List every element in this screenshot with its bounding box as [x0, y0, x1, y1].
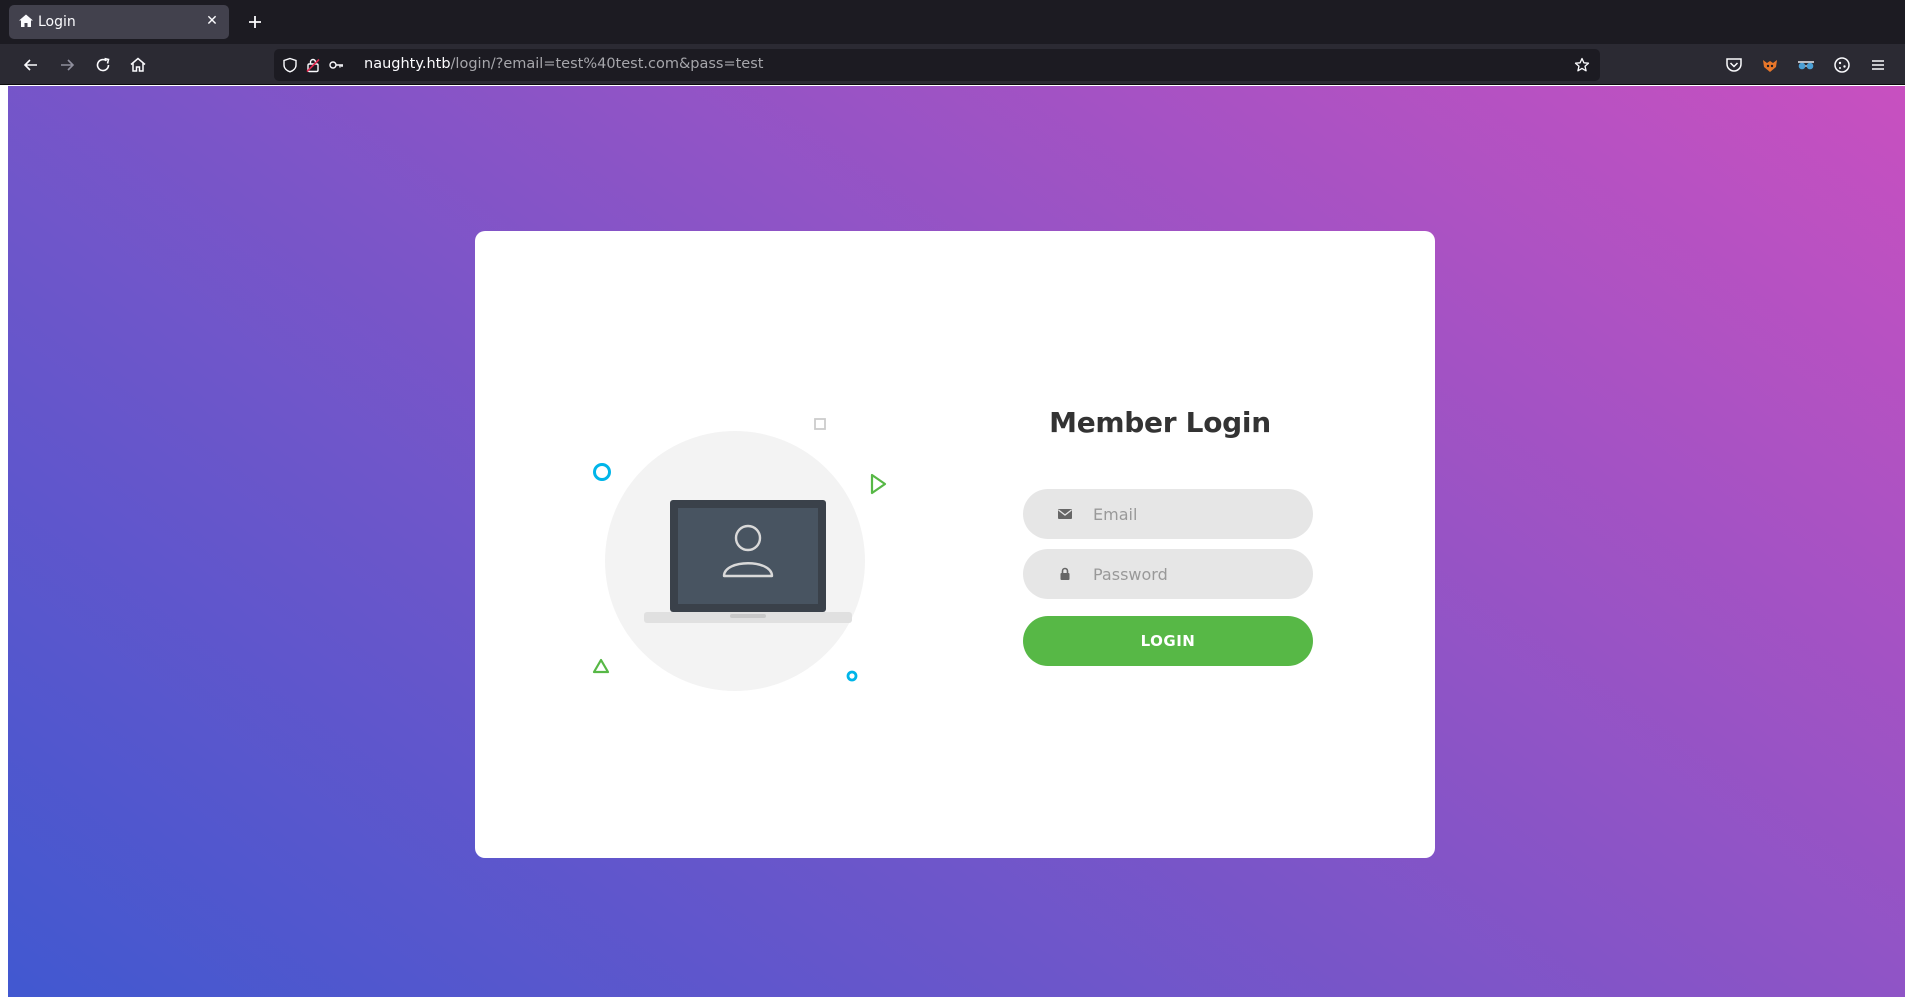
close-tab-icon[interactable]: ✕	[203, 12, 221, 30]
url-host: naughty.htb	[364, 56, 451, 72]
back-icon[interactable]	[20, 54, 42, 76]
insecure-lock-icon[interactable]	[305, 57, 321, 73]
email-input[interactable]	[1091, 489, 1291, 539]
decor-small-circle-icon	[846, 670, 858, 682]
reload-icon[interactable]	[92, 54, 114, 76]
page-title: Member Login	[1049, 406, 1271, 439]
lock-icon	[1060, 567, 1070, 580]
email-field[interactable]	[1023, 489, 1313, 539]
cookie-extension-icon[interactable]	[1831, 54, 1853, 76]
login-card: Member Login LOGIN	[475, 231, 1435, 858]
home-icon	[19, 14, 33, 27]
pocket-icon[interactable]	[1723, 54, 1745, 76]
decor-circle-icon	[593, 463, 611, 481]
login-button[interactable]: LOGIN	[1023, 616, 1313, 666]
decor-square-icon	[814, 418, 826, 430]
home-button-icon[interactable]	[127, 54, 149, 76]
shield-icon[interactable]	[282, 57, 298, 73]
decor-play-icon	[870, 473, 887, 495]
extension-glasses-icon[interactable]	[1795, 54, 1817, 76]
password-input[interactable]	[1091, 549, 1291, 599]
envelope-icon	[1058, 509, 1072, 519]
browser-tab[interactable]: Login ✕	[9, 5, 229, 39]
new-tab-icon[interactable]	[244, 11, 266, 33]
tab-title: Login	[38, 14, 76, 30]
tab-strip: Login ✕	[0, 0, 1905, 44]
decor-triangle-icon	[592, 658, 610, 674]
password-field[interactable]	[1023, 549, 1313, 599]
page-background: Member Login LOGIN	[8, 86, 1905, 997]
url-text[interactable]: naughty.htb/login/?email=test%40test.com…	[364, 56, 763, 72]
login-illustration	[592, 418, 887, 691]
url-path: /login/?email=test%40test.com&pass=test	[450, 56, 764, 72]
key-icon[interactable]	[328, 57, 344, 73]
navigation-toolbar: naughty.htb/login/?email=test%40test.com…	[0, 44, 1905, 85]
forward-icon[interactable]	[56, 54, 78, 76]
bookmark-star-icon[interactable]	[1574, 57, 1590, 73]
address-bar[interactable]: naughty.htb/login/?email=test%40test.com…	[274, 49, 1600, 81]
menu-icon[interactable]	[1867, 54, 1889, 76]
extension-fox-icon[interactable]	[1759, 54, 1781, 76]
